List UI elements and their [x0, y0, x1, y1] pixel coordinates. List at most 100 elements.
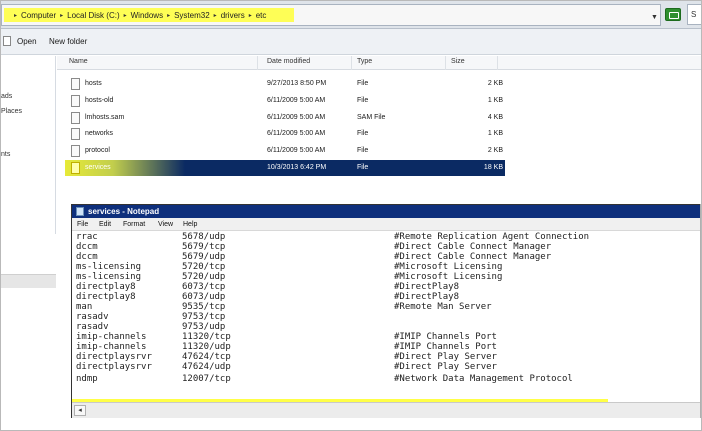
notepad-menubar: File Edit Format View Help	[72, 218, 700, 231]
line-comment: #Direct Play Server	[394, 362, 497, 372]
file-name: hosts-old	[85, 97, 114, 104]
line-service: directplaysrvr	[76, 362, 152, 372]
breadcrumb: ▸ Computer ▸ Local Disk (C:) ▸ Windows ▸…	[10, 9, 266, 22]
chevron-right-icon[interactable]: ▸	[124, 12, 127, 19]
file-row[interactable]: lmhosts.sam 6/11/2009 5:00 AM SAM File 4…	[65, 110, 505, 126]
column-size[interactable]: Size	[451, 58, 465, 65]
line-service: imip-channels	[76, 332, 147, 342]
address-bar: ▸ Computer ▸ Local Disk (C:) ▸ Windows ▸…	[1, 1, 701, 29]
breadcrumb-system32[interactable]: System32	[174, 11, 210, 20]
file-date: 10/3/2013 6:42 PM	[267, 164, 327, 171]
menu-format[interactable]: Format	[123, 221, 145, 228]
column-divider[interactable]	[257, 56, 258, 70]
line-service: dccm	[76, 242, 98, 252]
menu-file[interactable]: File	[77, 221, 88, 228]
navigation-pane: ads Places nts	[1, 56, 56, 288]
menu-help[interactable]: Help	[183, 221, 197, 228]
nav-scrollbar[interactable]	[1, 274, 56, 288]
chevron-right-icon[interactable]: ▸	[60, 12, 63, 19]
horizontal-scrollbar[interactable]: ◂	[72, 402, 700, 418]
refresh-icon[interactable]	[665, 8, 681, 21]
notepad-icon	[76, 207, 84, 216]
toolbar: Open New folder	[1, 29, 701, 55]
line-service: ms-licensing	[76, 262, 142, 272]
file-size: 4 KB	[487, 114, 503, 121]
line-port: 11320/udp	[182, 342, 231, 352]
file-date: 9/27/2013 8:50 PM	[267, 80, 327, 87]
line-port: 47624/udp	[182, 362, 231, 372]
breadcrumb-drivers[interactable]: drivers	[221, 11, 245, 20]
line-service: man	[76, 302, 93, 312]
column-divider[interactable]	[351, 56, 352, 70]
notepad-window: services - Notepad File Edit Format View…	[71, 204, 701, 418]
file-type: SAM File	[357, 114, 386, 121]
line-port: 47624/tcp	[182, 352, 231, 362]
address-field[interactable]: ▸ Computer ▸ Local Disk (C:) ▸ Windows ▸…	[1, 4, 661, 26]
file-date: 6/11/2009 5:00 AM	[267, 97, 326, 104]
chevron-right-icon[interactable]: ▸	[214, 12, 217, 19]
line-service: ndmp	[76, 374, 98, 384]
nav-item-recent-places[interactable]: Places	[1, 108, 22, 115]
file-name: lmhosts.sam	[85, 114, 125, 121]
file-date: 6/11/2009 5:00 AM	[267, 147, 326, 154]
line-comment: #IMIP Channels Port	[394, 332, 497, 342]
line-comment: #Direct Play Server	[394, 352, 497, 362]
file-row[interactable]: hosts 9/27/2013 8:50 PM File 2 KB	[65, 76, 505, 92]
file-icon	[71, 78, 80, 90]
notepad-text-area[interactable]: rrac 5678/udp #Remote Replication Agent Co…	[72, 232, 700, 412]
line-service: dccm	[76, 252, 98, 262]
open-file-icon[interactable]	[3, 36, 11, 46]
breadcrumb-computer[interactable]: Computer	[21, 11, 56, 20]
line-service: rasadv	[76, 312, 109, 322]
line-port: 9535/tcp	[182, 302, 226, 312]
column-divider[interactable]	[497, 56, 498, 70]
chevron-right-icon[interactable]: ▸	[249, 12, 252, 19]
column-divider[interactable]	[445, 56, 446, 70]
line-comment: #Remote Replication Agent Connection	[394, 232, 590, 242]
open-button[interactable]: Open	[17, 37, 37, 46]
name-highlight	[65, 160, 185, 176]
file-type: File	[357, 97, 369, 104]
breadcrumb-arrow-icon[interactable]: ▸	[14, 12, 17, 19]
column-name[interactable]: Name	[69, 58, 88, 65]
file-row[interactable]: networks 6/11/2009 5:00 AM File 1 KB	[65, 126, 505, 142]
line-comment: #Remote Man Server	[394, 302, 492, 312]
notepad-title: services - Notepad	[88, 207, 160, 216]
line-port: 6073/tcp	[182, 282, 226, 292]
chevron-down-icon[interactable]: ▼	[651, 14, 658, 21]
column-date-modified[interactable]: Date modified	[267, 58, 310, 65]
nav-item-downloads[interactable]: ads	[1, 93, 12, 100]
breadcrumb-windows[interactable]: Windows	[131, 11, 163, 20]
breadcrumb-local-disk[interactable]: Local Disk (C:)	[67, 11, 119, 20]
file-type: File	[357, 164, 369, 171]
file-type: File	[357, 147, 369, 154]
file-icon	[71, 162, 80, 174]
line-service: directplay8	[76, 292, 136, 302]
file-name: services	[85, 164, 111, 171]
file-type: File	[357, 130, 369, 137]
file-type: File	[357, 80, 369, 87]
file-row-selected[interactable]: services 10/3/2013 6:42 PM File 18 KB	[65, 160, 505, 176]
column-header: Name Date modified Type Size	[57, 56, 701, 70]
breadcrumb-etc[interactable]: etc	[256, 11, 267, 20]
chevron-right-icon[interactable]: ▸	[167, 12, 170, 19]
line-service: directplay8	[76, 282, 136, 292]
file-row[interactable]: protocol 6/11/2009 5:00 AM File 2 KB	[65, 143, 505, 159]
menu-edit[interactable]: Edit	[99, 221, 111, 228]
file-size: 1 KB	[487, 97, 503, 104]
line-service: rrac	[76, 232, 98, 242]
search-input[interactable]: S	[687, 4, 701, 25]
notepad-title-bar[interactable]: services - Notepad	[72, 205, 700, 218]
column-type[interactable]: Type	[357, 58, 372, 65]
new-folder-button[interactable]: New folder	[49, 37, 87, 46]
scroll-left-icon[interactable]: ◂	[74, 405, 86, 416]
line-port: 12007/tcp	[182, 374, 231, 384]
menu-view[interactable]: View	[158, 221, 173, 228]
file-row[interactable]: hosts-old 6/11/2009 5:00 AM File 1 KB	[65, 93, 505, 109]
file-name: hosts	[85, 80, 102, 87]
line-comment: #Microsoft Licensing	[394, 272, 503, 282]
line-comment: #Direct Cable Connect Manager	[394, 252, 552, 262]
line-port: 6073/udp	[182, 292, 226, 302]
nav-item-documents[interactable]: nts	[1, 151, 10, 158]
file-icon	[71, 112, 80, 124]
